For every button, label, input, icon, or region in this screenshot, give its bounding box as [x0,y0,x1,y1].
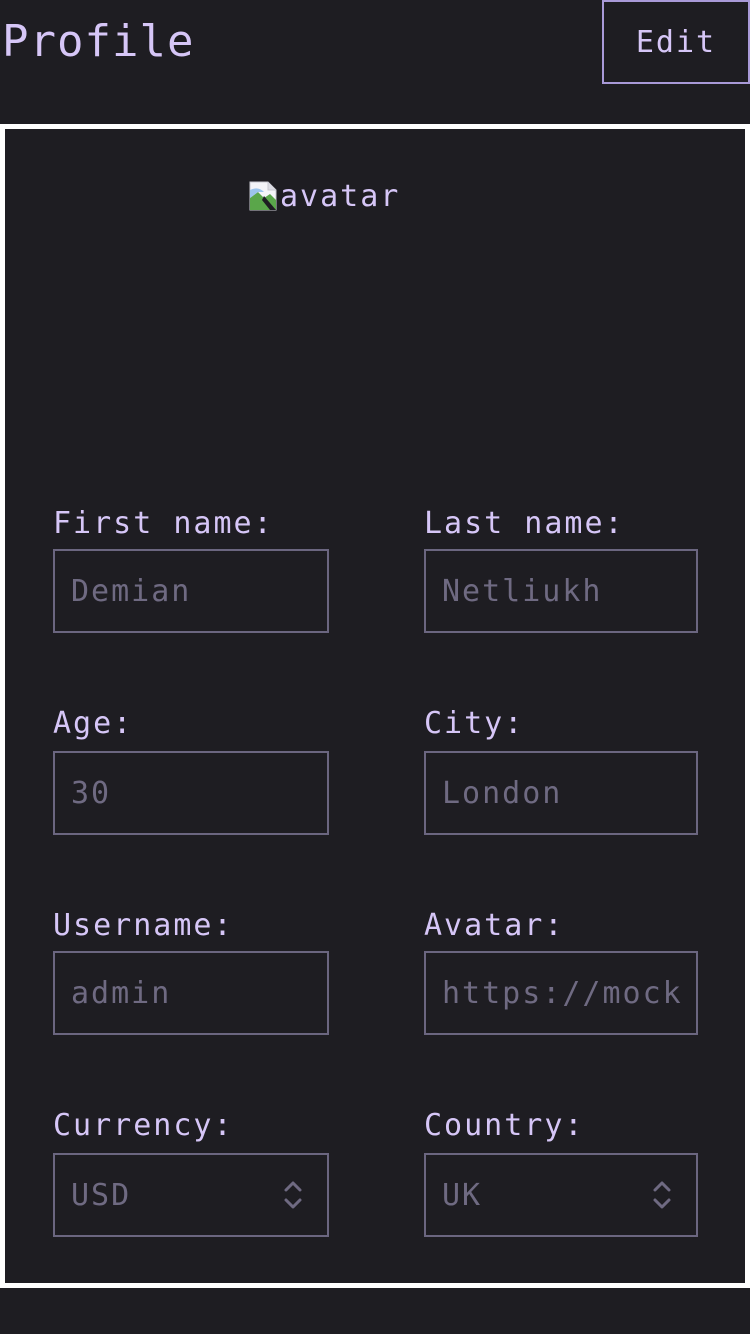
age-input[interactable]: 30 [53,751,329,835]
city-label: City: [424,706,525,741]
country-select[interactable]: UK [424,1153,698,1237]
header: Profile Edit [0,0,750,124]
chevron-up-down-icon [652,1178,672,1212]
currency-value: USD [71,1177,132,1213]
page-title: Profile [2,16,195,67]
edit-button[interactable]: Edit [602,0,750,84]
bottom-bar [0,1288,750,1334]
first-name-input[interactable]: Demian [53,549,329,633]
city-input[interactable]: London [424,751,698,835]
chevron-up-down-icon [283,1178,303,1212]
currency-label: Currency: [53,1108,234,1143]
last-name-input[interactable]: Netliukh [424,549,698,633]
age-label: Age: [53,706,134,741]
country-value: UK [442,1177,483,1213]
first-name-label: First name: [53,506,274,541]
last-name-label: Last name: [424,506,625,541]
avatar-url-input[interactable]: https://mock [424,951,698,1035]
avatar-alt-text: avatar [280,178,401,214]
broken-image-icon [248,180,280,212]
username-label: Username: [53,908,234,943]
profile-panel: avatar First name: Demian Last name: Net… [0,124,750,1288]
country-label: Country: [424,1108,585,1143]
username-input[interactable]: admin [53,951,329,1035]
currency-select[interactable]: USD [53,1153,329,1237]
avatar-label: Avatar: [424,908,565,943]
avatar: avatar [248,176,418,216]
